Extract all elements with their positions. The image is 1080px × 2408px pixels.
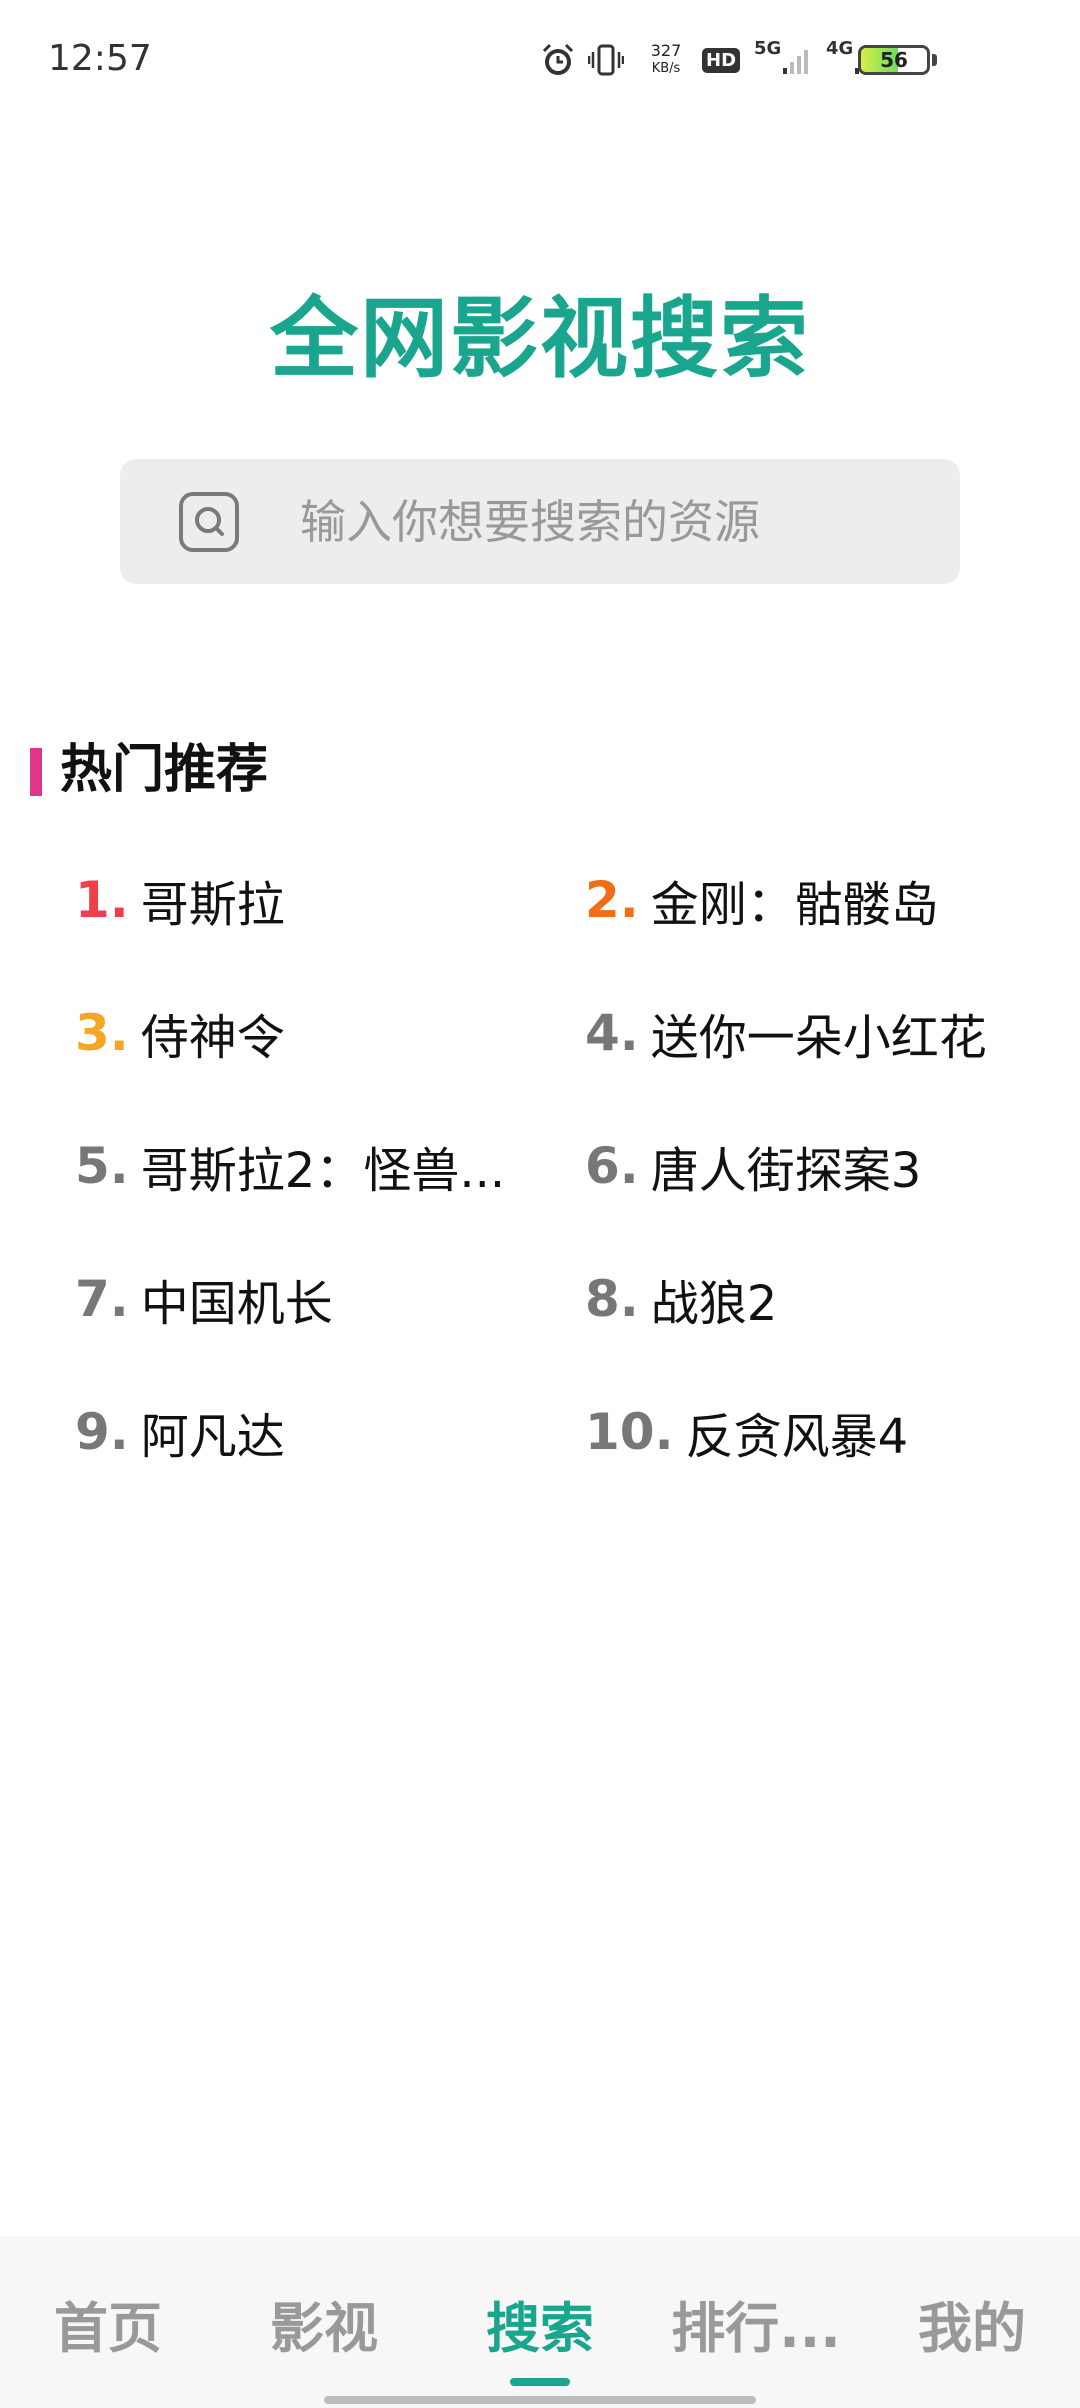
hot-rank: 9. [75,1403,129,1461]
search-icon[interactable] [178,491,240,553]
battery-tip [932,54,937,66]
battery-level: 56 [880,48,908,72]
status-time: 12:57 [48,38,152,79]
hot-rank: 7. [75,1270,129,1328]
hot-item-1[interactable]: 1. 哥斯拉 [75,860,515,940]
hot-item-9[interactable]: 9. 阿凡达 [75,1392,515,1472]
battery-icon: 56 [858,38,978,82]
nav-profile[interactable]: 我的 [864,2236,1080,2408]
hot-rank: 2. [585,871,639,929]
hot-name: 金刚：骷髅岛 [650,877,939,933]
nav-ranking[interactable]: 排行... [648,2236,864,2408]
section-accent-bar [30,748,42,796]
home-indicator-bar[interactable] [324,2396,756,2404]
bottom-nav: 首页 影视 搜索 排行... 我的 [0,2236,1080,2408]
hot-item-2[interactable]: 2. 金刚：骷髅岛 [585,860,1025,940]
signal-5g-icon: 5G [754,38,814,82]
hot-name: 送你一朵小红花 [650,1010,987,1066]
search-input[interactable] [300,459,920,584]
search-box[interactable] [120,459,960,584]
hot-rank: 4. [585,1004,639,1062]
nav-label: 首页 [54,2297,162,2360]
net-speed-unit: KB/s [651,61,681,76]
nav-home[interactable]: 首页 [0,2236,216,2408]
hot-item-7[interactable]: 7. 中国机长 [75,1259,515,1339]
hot-rank: 5. [75,1137,129,1195]
hot-name: 反贪风暴4 [685,1409,909,1465]
screen: 12:57 327 KB/s HD 5G 4G 56 全网影视搜索 输入你想要搜… [0,0,1080,2408]
hot-name: 唐人街探案3 [650,1143,922,1199]
hot-item-5[interactable]: 5. 哥斯拉2：怪兽... [75,1126,515,1206]
status-bar: 12:57 327 KB/s HD 5G 4G 56 [0,0,1080,120]
net-speed-value: 327 [650,41,682,60]
nav-label: 影视 [270,2297,378,2360]
net-speed: 327 KB/s [638,38,694,82]
hot-name: 哥斯拉 [140,877,285,933]
battery-body: 56 [858,45,930,75]
hot-name: 战狼2 [650,1276,778,1332]
hot-rank: 10. [585,1403,674,1461]
hot-rank: 6. [585,1137,639,1195]
net-4g-label: 4G [826,38,854,59]
hot-name: 侍神令 [140,1010,285,1066]
hd-icon: HD [702,38,748,82]
hot-name: 中国机长 [140,1276,333,1332]
nav-label: 搜索 [486,2297,594,2360]
hot-item-8[interactable]: 8. 战狼2 [585,1259,1025,1339]
nav-label: 我的 [918,2297,1026,2360]
hot-section-title: 热门推荐 [60,740,269,800]
hot-rank: 8. [585,1270,639,1328]
hot-item-6[interactable]: 6. 唐人街探案3 [585,1126,1025,1206]
hd-label: HD [702,47,741,73]
nav-movies[interactable]: 影视 [216,2236,432,2408]
alarm-icon [540,38,580,82]
page-title: 全网影视搜索 [269,287,810,390]
net-5g-label: 5G [754,38,782,59]
hot-rank: 3. [75,1004,129,1062]
status-icons: 327 KB/s HD 5G 4G 56 [540,38,960,82]
nav-active-indicator [510,2378,570,2386]
hot-name: 阿凡达 [140,1409,285,1465]
nav-label: 排行... [671,2297,841,2360]
hot-item-3[interactable]: 3. 侍神令 [75,993,515,1073]
hot-item-4[interactable]: 4. 送你一朵小红花 [585,993,1025,1073]
hot-name: 哥斯拉2：怪兽... [140,1143,506,1199]
vibrate-icon [588,38,628,82]
hot-item-10[interactable]: 10. 反贪风暴4 [585,1392,1025,1472]
hot-rank: 1. [75,871,129,929]
